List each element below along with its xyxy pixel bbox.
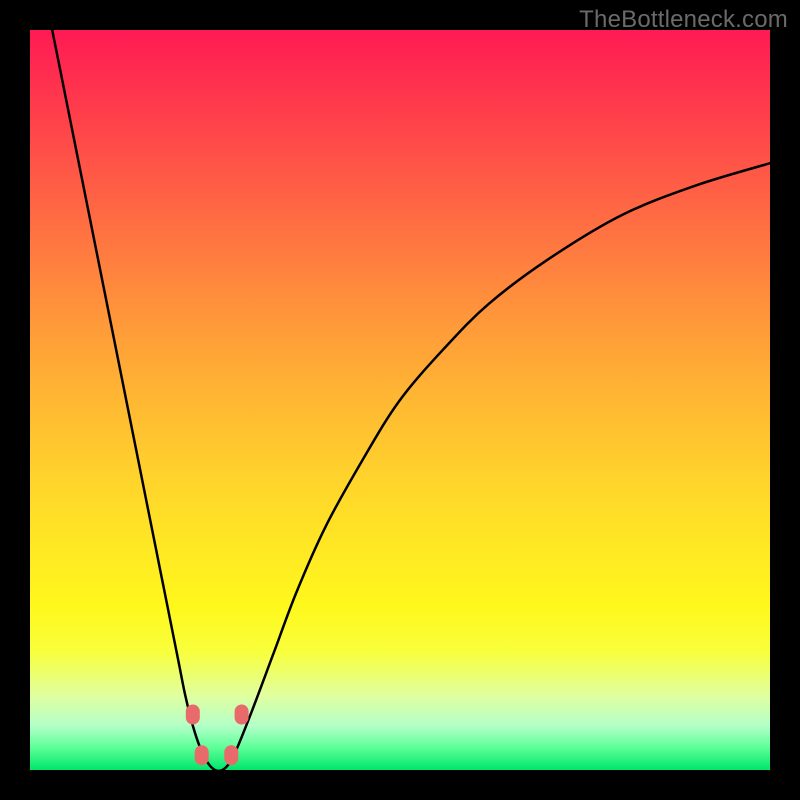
chart-svg — [30, 30, 770, 770]
bottleneck-curve — [52, 30, 770, 770]
curve-marker — [195, 745, 209, 765]
curve-marker — [224, 745, 238, 765]
chart-frame: TheBottleneck.com — [0, 0, 800, 800]
watermark-text: TheBottleneck.com — [579, 6, 788, 34]
chart-plot-area — [30, 30, 770, 770]
curve-marker — [235, 705, 249, 725]
curve-marker — [186, 705, 200, 725]
